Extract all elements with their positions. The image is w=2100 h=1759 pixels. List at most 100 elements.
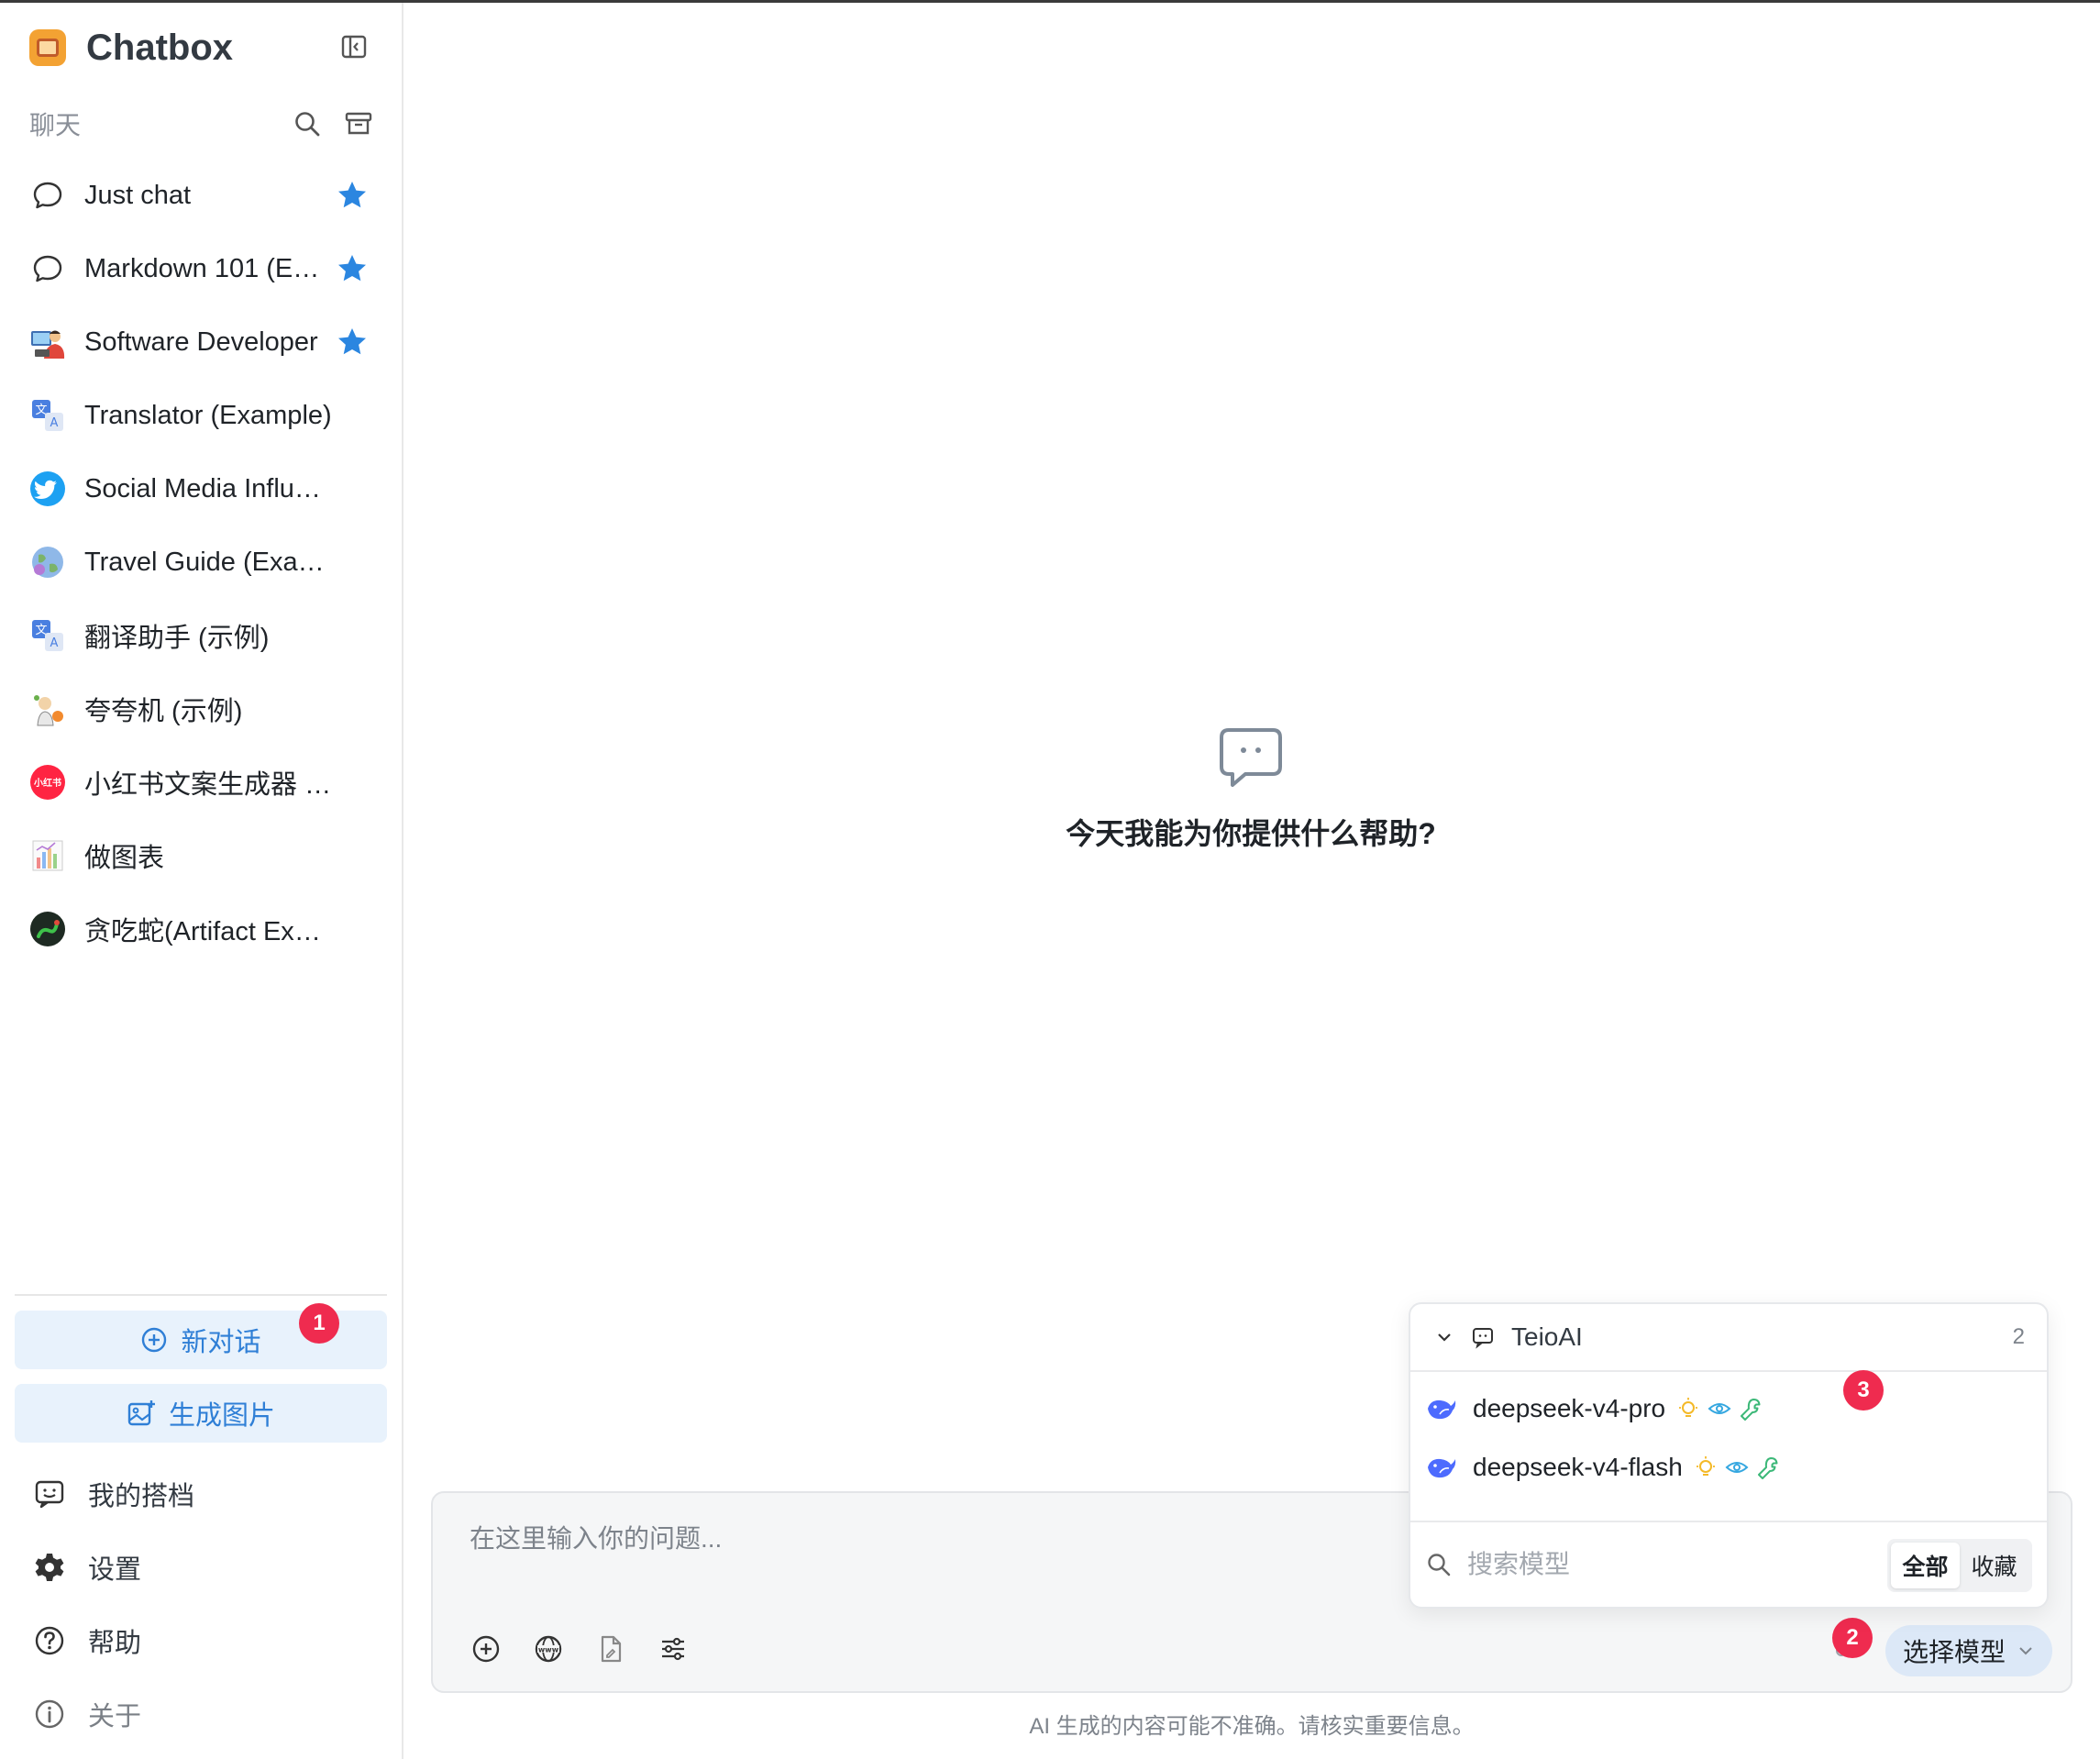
search-icon[interactable] bbox=[292, 108, 323, 139]
nav-label: 我的搭档 bbox=[88, 1482, 195, 1511]
chat-title: 翻译助手 (示例) bbox=[84, 624, 270, 653]
tool-wrench-icon bbox=[1741, 1399, 1761, 1421]
chatbox-logo-icon bbox=[29, 29, 66, 66]
reasoning-bulb-icon bbox=[1696, 1456, 1715, 1476]
chat-title: Just chat bbox=[84, 180, 192, 210]
chat-item-snake-game[interactable]: 贪吃蛇(Artifact Example) bbox=[15, 892, 389, 966]
star-icon[interactable] bbox=[336, 252, 369, 285]
sidebar-divider bbox=[15, 1294, 387, 1296]
ai-disclaimer: AI 生成的内容可能不准确。请核实重要信息。 bbox=[1029, 1714, 1475, 1739]
select-model-button[interactable]: 选择模型 bbox=[1885, 1625, 2052, 1676]
svg-text:小红书: 小红书 bbox=[33, 777, 61, 789]
file-icon[interactable] bbox=[594, 1632, 627, 1665]
provider-name: TeioAI bbox=[1511, 1322, 1583, 1351]
model-option[interactable]: deepseek-v4-flash bbox=[1410, 1438, 2047, 1497]
filter-favorites-button[interactable]: 收藏 bbox=[1960, 1543, 2028, 1588]
partner-icon bbox=[31, 1476, 68, 1512]
chat-title: 小红书文案生成器 (示例) bbox=[84, 770, 332, 800]
svg-text:www: www bbox=[538, 1646, 559, 1654]
attach-plus-icon[interactable] bbox=[470, 1632, 503, 1665]
model-count: 2 bbox=[2012, 1324, 2025, 1349]
chat-item-praise-bot[interactable]: 夸夸机 (示例) bbox=[15, 672, 389, 746]
settings-sliders-icon[interactable] bbox=[657, 1632, 690, 1665]
chat-item-software-developer[interactable]: Software Developer bbox=[15, 305, 389, 379]
xiaohongshu-icon: 小红书 bbox=[29, 764, 66, 801]
model-name: deepseek-v4-pro bbox=[1473, 1394, 1666, 1422]
nav-label: 关于 bbox=[88, 1702, 142, 1731]
model-filter-toggle: 全部 收藏 bbox=[1887, 1539, 2032, 1592]
translate-icon: 文A bbox=[29, 617, 66, 654]
model-name: deepseek-v4-flash bbox=[1473, 1453, 1683, 1481]
tool-wrench-icon bbox=[1757, 1457, 1778, 1479]
select-model-label: 选择模型 bbox=[1902, 1638, 2006, 1666]
chat-item-translate-assistant[interactable]: 文A 翻译助手 (示例) bbox=[15, 599, 389, 672]
chevron-down-icon bbox=[1438, 1333, 1451, 1342]
chevron-down-icon bbox=[2019, 1647, 2032, 1655]
model-option[interactable]: deepseek-v4-pro bbox=[1410, 1379, 2047, 1438]
reasoning-bulb-icon bbox=[1679, 1398, 1698, 1417]
model-list: deepseek-v4-pro deepseek-v4-flash bbox=[1410, 1379, 2047, 1497]
model-search-bar: 全部 收藏 bbox=[1410, 1521, 2047, 1607]
sidebar-nav: 我的搭档 设置 帮助 关于 bbox=[15, 1457, 389, 1751]
web-browsing-icon[interactable]: www bbox=[532, 1632, 565, 1665]
chats-section-label: 聊天 bbox=[29, 111, 82, 139]
collapse-sidebar-icon[interactable] bbox=[339, 32, 369, 61]
message-input[interactable] bbox=[470, 1519, 1387, 1559]
developer-avatar-icon bbox=[29, 324, 66, 360]
filter-all-button[interactable]: 全部 bbox=[1891, 1543, 1960, 1588]
nav-about[interactable]: 关于 bbox=[15, 1677, 389, 1751]
chat-title: Markdown 101 (Example) bbox=[84, 253, 332, 283]
chat-list: Just chat Markdown 101 (Example) Softwar… bbox=[15, 159, 389, 966]
chat-title: 夸夸机 (示例) bbox=[84, 697, 243, 726]
star-icon[interactable] bbox=[336, 326, 369, 359]
plus-circle-icon bbox=[142, 1327, 167, 1353]
help-icon bbox=[31, 1622, 68, 1659]
generate-image-button[interactable]: 生成图片 bbox=[15, 1384, 387, 1443]
globe-icon bbox=[29, 544, 66, 581]
step-badge: 2 bbox=[1832, 1618, 1873, 1658]
speech-bubble-icon bbox=[29, 250, 66, 287]
svg-text:A: A bbox=[50, 636, 59, 650]
provider-group-header[interactable]: TeioAI 2 bbox=[1410, 1304, 2047, 1372]
chat-title: Travel Guide (Example) bbox=[84, 547, 332, 577]
chat-item-travel-guide[interactable]: Travel Guide (Example) bbox=[15, 525, 389, 599]
provider-chat-icon bbox=[1473, 1328, 1493, 1349]
model-dropdown: TeioAI 2 deepseek-v4-pro deepseek-v4-fla… bbox=[1409, 1302, 2049, 1609]
chat-title: Software Developer bbox=[84, 326, 318, 357]
generate-image-label: 生成图片 bbox=[168, 1401, 275, 1431]
svg-text:A: A bbox=[50, 416, 59, 430]
chat-item-social-media[interactable]: Social Media Influencer bbox=[15, 452, 389, 525]
nav-settings[interactable]: 设置 bbox=[15, 1531, 389, 1604]
snake-game-icon bbox=[29, 911, 66, 947]
chat-item-charts[interactable]: 做图表 bbox=[15, 819, 389, 892]
new-chat-label: 新对话 bbox=[181, 1328, 261, 1357]
chart-icon bbox=[29, 837, 66, 874]
composer-toolbar: www bbox=[470, 1632, 690, 1665]
chat-item-xiaohongshu[interactable]: 小红书 小红书文案生成器 (示例) bbox=[15, 746, 389, 819]
chat-item-translator[interactable]: 文A Translator (Example) bbox=[15, 379, 389, 452]
deepseek-whale-icon bbox=[1428, 1458, 1456, 1478]
archive-icon[interactable] bbox=[343, 108, 374, 139]
speech-bubble-icon bbox=[29, 177, 66, 214]
sidebar: Chatbox 聊天 Just chat Markdown 101 (Exa S… bbox=[0, 3, 403, 1759]
app-name: Chatbox bbox=[86, 27, 233, 68]
search-icon bbox=[1428, 1554, 1451, 1576]
welcome-message: 今天我能为你提供什么帮助? bbox=[1066, 817, 1436, 850]
chat-item-markdown[interactable]: Markdown 101 (Example) bbox=[15, 232, 389, 305]
nav-help[interactable]: 帮助 bbox=[15, 1604, 389, 1677]
chat-item-just-chat[interactable]: Just chat bbox=[15, 159, 389, 232]
model-search-input[interactable] bbox=[1467, 1546, 1862, 1583]
nav-label: 帮助 bbox=[88, 1629, 142, 1658]
chat-bubble-icon bbox=[1218, 726, 1284, 789]
chat-title: Social Media Influencer bbox=[84, 473, 332, 503]
info-icon bbox=[31, 1696, 68, 1732]
step-badge: 1 bbox=[299, 1303, 339, 1344]
nav-my-partners[interactable]: 我的搭档 bbox=[15, 1457, 389, 1531]
translate-icon: 文A bbox=[29, 397, 66, 434]
gear-icon bbox=[31, 1549, 68, 1586]
chat-title: Translator (Example) bbox=[84, 400, 332, 430]
star-icon[interactable] bbox=[336, 179, 369, 212]
vision-eye-icon bbox=[1725, 1462, 1749, 1473]
vision-eye-icon bbox=[1708, 1403, 1731, 1414]
twitter-bird-icon bbox=[29, 470, 66, 507]
